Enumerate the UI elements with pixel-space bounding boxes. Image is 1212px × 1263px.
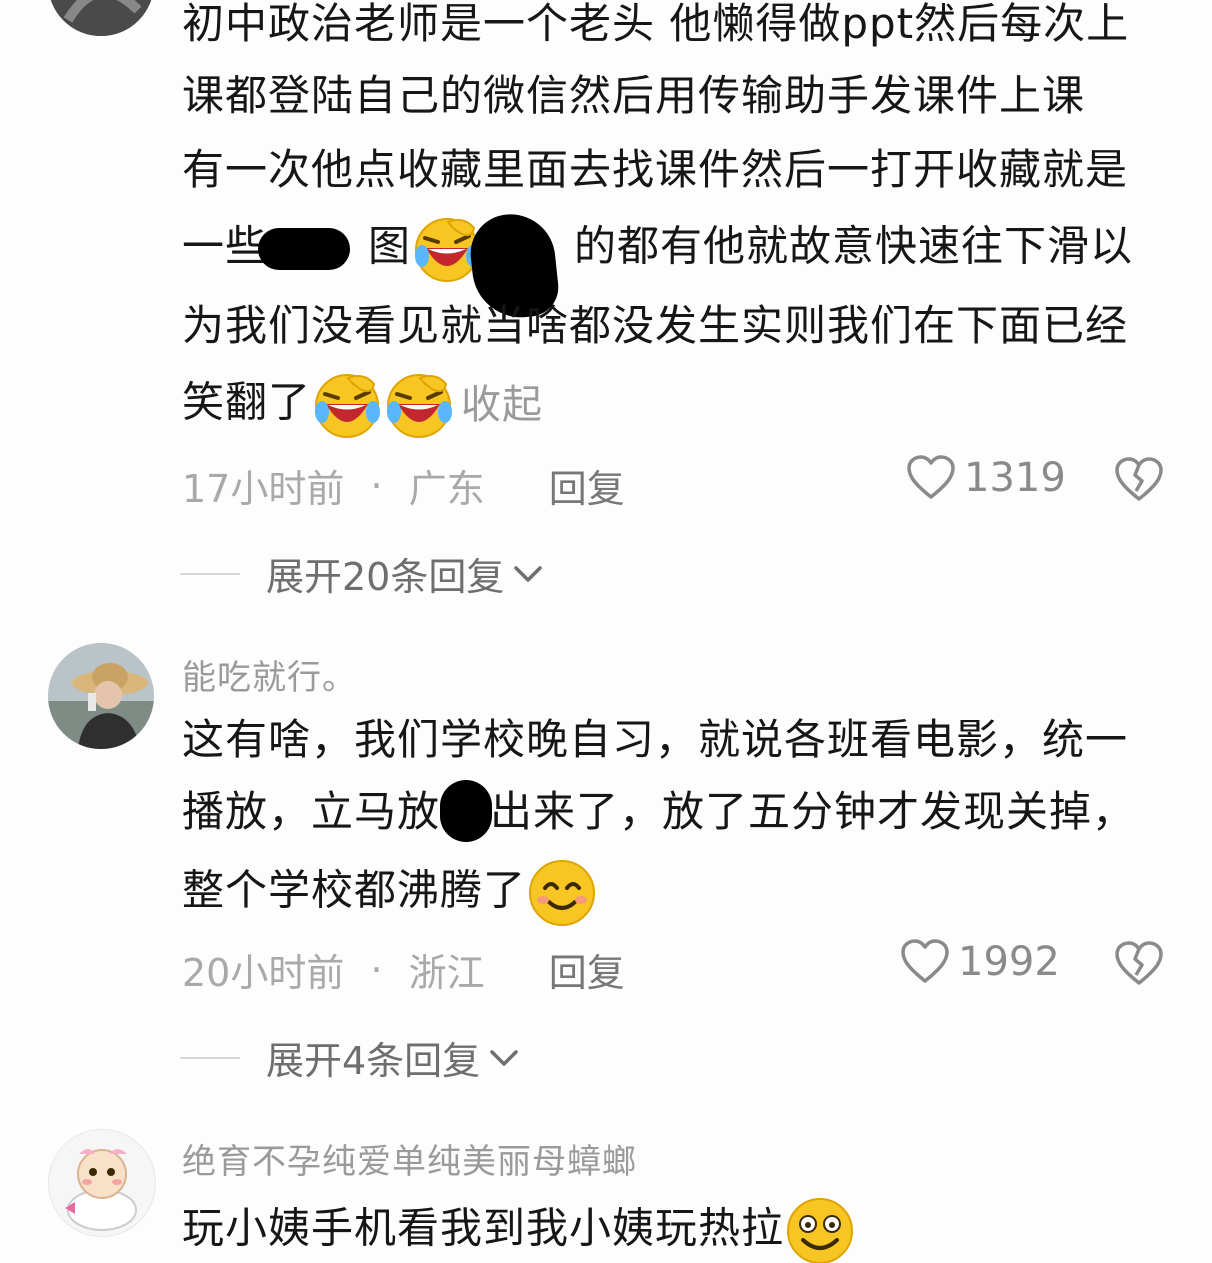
username[interactable]: 能吃就行。 (182, 650, 357, 699)
comment-meta: 20小时前 · 浙江 回复 (182, 942, 625, 997)
comment-text-line: 玩小姨手机看我到我小姨玩热拉 (182, 1196, 856, 1263)
comment-region: 浙江 (408, 951, 485, 995)
separator-dot: · (370, 463, 383, 508)
redaction-mark (440, 780, 492, 842)
like-count: 1319 (964, 455, 1066, 501)
avatar[interactable] (48, 0, 154, 36)
comment-text-line: 这有啥，我们学校晚自习，就说各班看电影，统一 (182, 715, 1129, 764)
redaction-mark (258, 228, 350, 270)
comment-text-line: 初中政治老师是一个老头 他懒得做ppt然后每次上 (182, 0, 1130, 48)
avatar[interactable] (48, 1129, 156, 1237)
comment-text-line: 有一次他点收藏里面去找课件然后一打开收藏就是 (182, 145, 1129, 194)
chevron-down-icon (514, 565, 543, 582)
like-button[interactable]: 1992 (900, 939, 1060, 985)
username[interactable]: 绝育不孕纯爱单纯美丽母蟑螂 (182, 1134, 637, 1183)
face-tears-of-joy-icon (384, 370, 454, 440)
expand-replies-button[interactable]: 展开4条回复 (180, 1030, 520, 1085)
reply-button[interactable]: 回复 (549, 467, 625, 511)
broken-heart-icon (1115, 457, 1163, 501)
comment-text-line: 整个学校都沸腾了 (182, 858, 598, 928)
collapse-button[interactable]: 收起 (461, 382, 543, 428)
grinning-face-icon (785, 1196, 855, 1263)
chevron-down-icon (490, 1049, 518, 1066)
like-button[interactable]: 1319 (906, 455, 1066, 501)
heart-outline-icon (907, 455, 955, 499)
expand-replies-label: 展开20条回复 (266, 555, 505, 599)
avatar[interactable] (48, 643, 154, 749)
expand-replies-label: 展开4条回复 (266, 1039, 481, 1083)
comment-item: 初中政治老师是一个老头 他懒得做ppt然后每次上 课都登陆自己的微信然后用传输助… (0, 0, 1212, 620)
comment-item: 能吃就行。 这有啥，我们学校晚自习，就说各班看电影，统一 播放，立马放 出来了，放… (0, 640, 1212, 1100)
heart-outline-icon (901, 939, 949, 983)
divider-line (180, 572, 240, 575)
comment-region: 广东 (408, 467, 485, 511)
smiling-face-icon (527, 858, 597, 928)
comment-text-line: 播放，立马放 出来了，放了五分钟才发现关掉， (182, 787, 1136, 836)
reply-button[interactable]: 回复 (549, 951, 625, 995)
comment-text-line: 笑翻了 收起 (182, 370, 543, 440)
dislike-button[interactable] (1114, 941, 1164, 991)
comment-item: 绝育不孕纯爱单纯美丽母蟑螂 玩小姨手机看我到我小姨玩热拉 (0, 1124, 1212, 1263)
like-count: 1992 (958, 939, 1060, 985)
comment-meta: 17小时前 · 广东 回复 (182, 458, 625, 513)
comment-list: 初中政治老师是一个老头 他懒得做ppt然后每次上 课都登陆自己的微信然后用传输助… (0, 0, 1212, 1263)
comment-time: 20小时前 (182, 951, 345, 995)
divider-line (180, 1056, 240, 1059)
expand-replies-button[interactable]: 展开20条回复 (180, 546, 544, 601)
dislike-button[interactable] (1114, 457, 1164, 507)
broken-heart-icon (1115, 941, 1163, 985)
comment-text-line: 课都登陆自己的微信然后用传输助手发课件上课 (182, 71, 1086, 120)
separator-dot: · (370, 947, 383, 992)
comment-time: 17小时前 (182, 467, 345, 511)
comment-text-line: 为我们没看见就当啥都没发生实则我们在下面已经 (182, 301, 1129, 350)
face-tears-of-joy-icon (312, 370, 382, 440)
